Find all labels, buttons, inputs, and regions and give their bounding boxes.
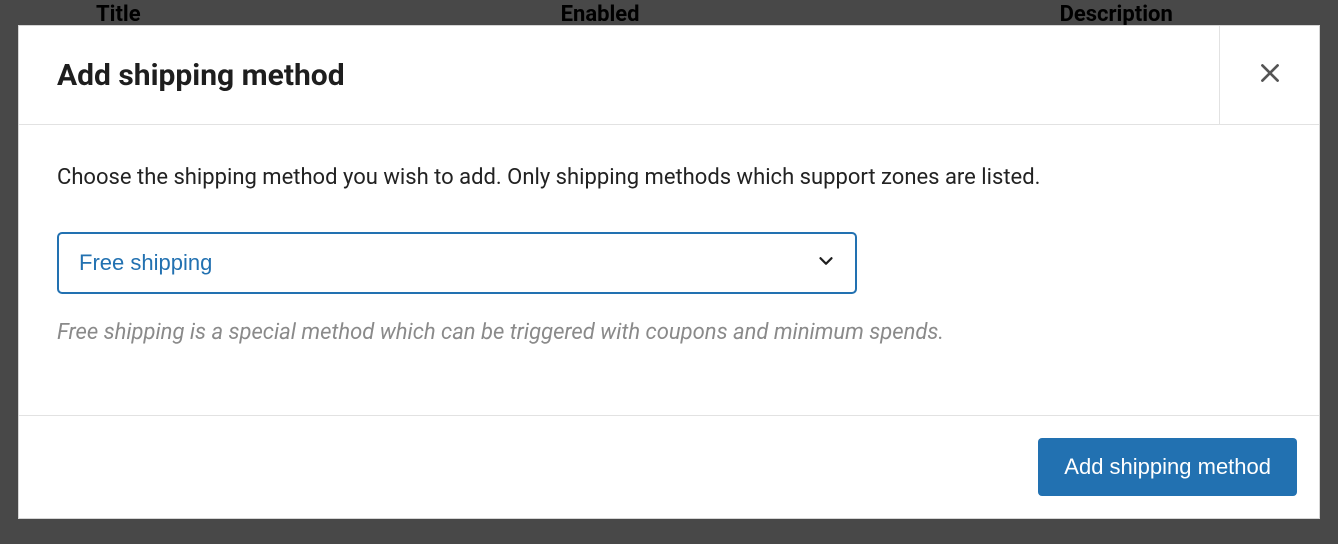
add-shipping-method-modal: Add shipping method Choose the shipping … — [18, 25, 1320, 519]
modal-body: Choose the shipping method you wish to a… — [19, 125, 1319, 416]
close-button[interactable] — [1219, 26, 1319, 124]
shipping-method-description: Free shipping is a special method which … — [57, 318, 1281, 349]
modal-title: Add shipping method — [19, 58, 345, 93]
close-icon — [1257, 60, 1283, 90]
shipping-method-select[interactable]: Free shipping — [57, 232, 857, 294]
modal-footer: Add shipping method — [19, 416, 1319, 518]
modal-header: Add shipping method — [19, 26, 1319, 125]
shipping-method-select-wrapper: Free shipping — [57, 232, 857, 294]
modal-instruction-text: Choose the shipping method you wish to a… — [57, 163, 1281, 194]
add-shipping-method-button[interactable]: Add shipping method — [1038, 438, 1297, 496]
